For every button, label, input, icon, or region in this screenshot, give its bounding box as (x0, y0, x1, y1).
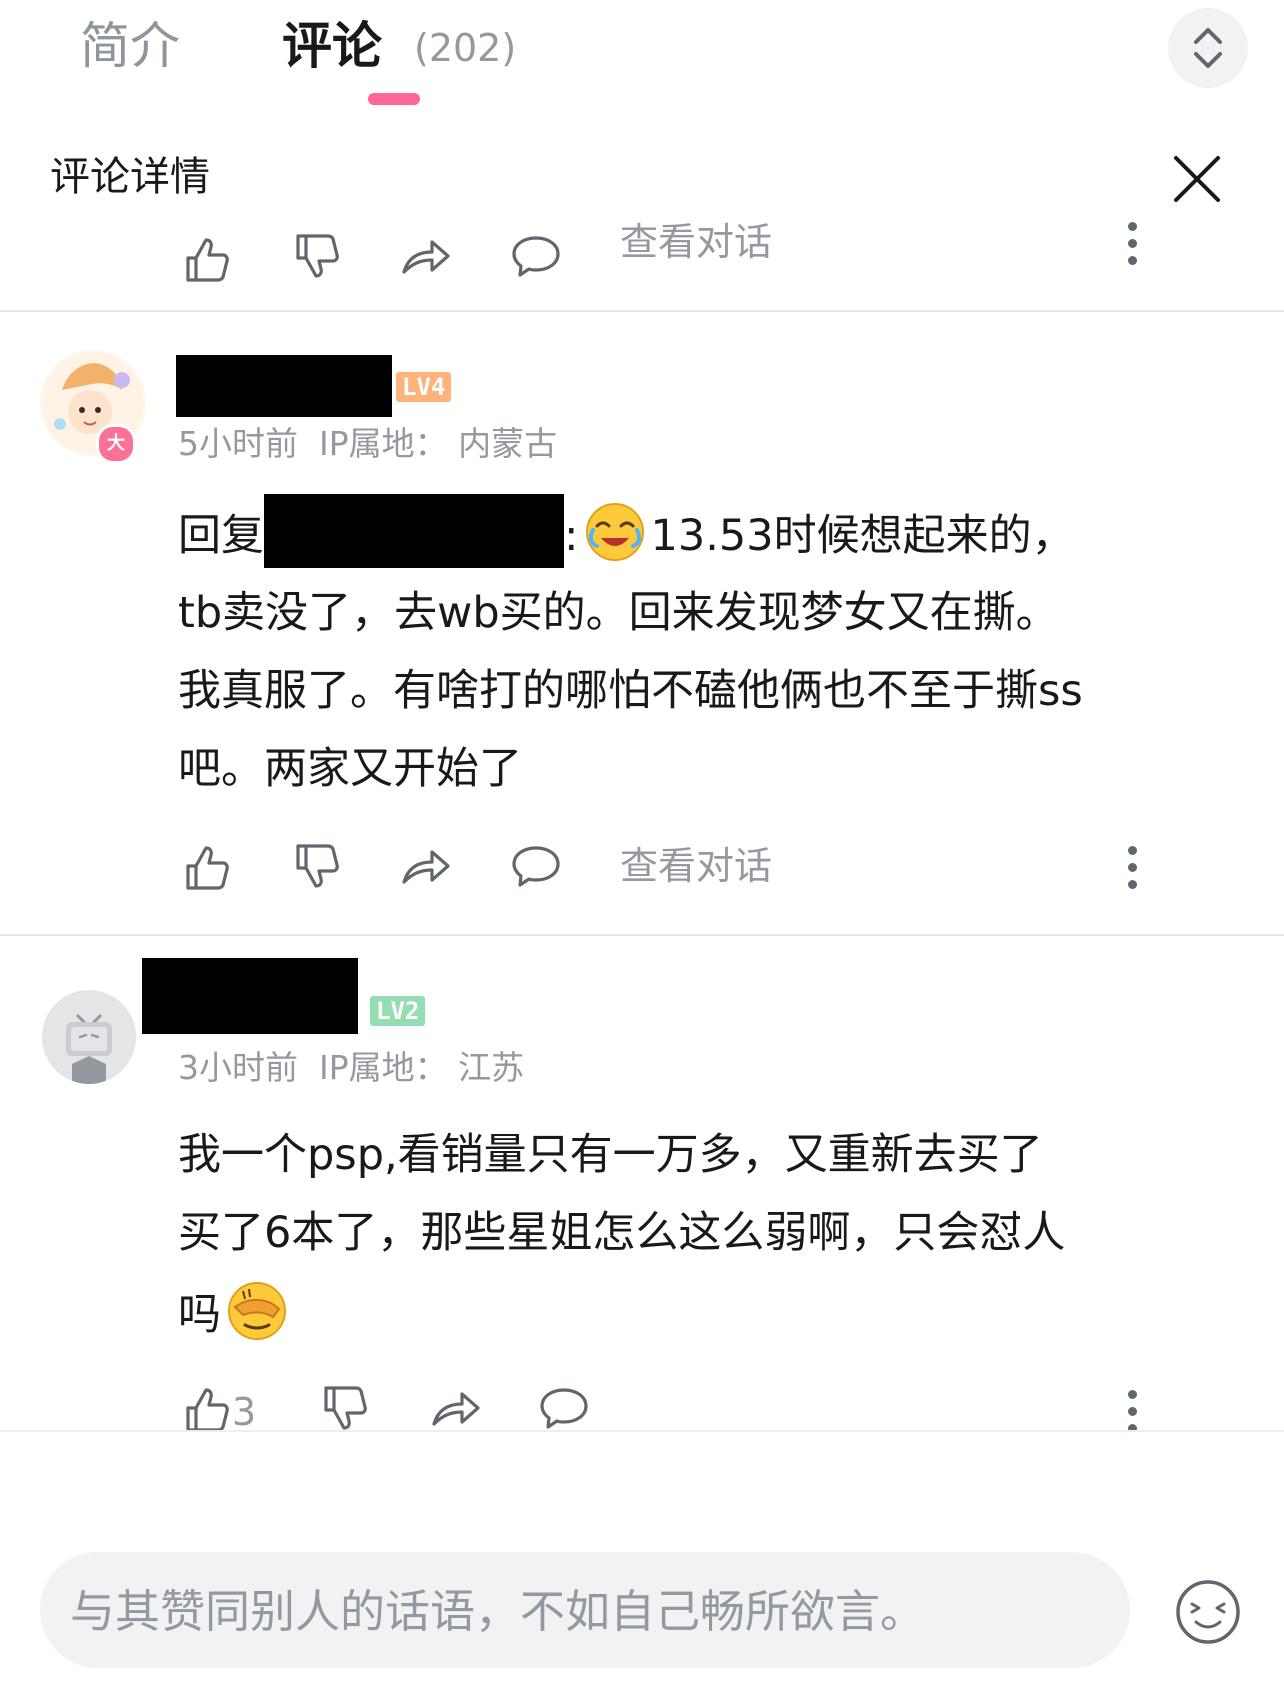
comment-line: tb卖没了，去wb买的。回来发现梦女又在撕。 (178, 588, 1059, 638)
dislike-icon[interactable] (290, 228, 346, 284)
tab-intro[interactable]: 简介 (80, 14, 180, 78)
comment-line: 吗 (178, 1290, 221, 1340)
reply-icon[interactable] (508, 838, 564, 894)
redacted-username (142, 958, 358, 1034)
like-icon[interactable] (180, 232, 236, 288)
reply-icon[interactable] (536, 1380, 592, 1436)
active-tab-indicator (368, 93, 420, 105)
facepalm-emoji-icon (228, 1282, 286, 1340)
divider (0, 310, 1284, 312)
emoji-face-icon (1176, 1580, 1240, 1644)
like-icon[interactable] (180, 840, 236, 896)
more-options-icon[interactable] (1122, 846, 1142, 896)
reply-icon[interactable] (508, 228, 564, 284)
close-icon (1174, 156, 1220, 202)
emoji-button[interactable] (1172, 1576, 1244, 1648)
view-conversation-link[interactable]: 查看对话 (620, 842, 772, 890)
redacted-reply-target (264, 494, 564, 568)
comment-line: 我一个psp,看销量只有一万多，又重新去买了 (178, 1130, 1043, 1180)
comment-time: 3小时前 (178, 1048, 298, 1087)
level-badge: LV4 (396, 372, 452, 402)
share-icon[interactable] (398, 228, 454, 284)
chevron-up-down-icon (1194, 28, 1222, 68)
comment-detail-title: 评论详情 (50, 154, 210, 200)
comment-body: 我一个psp,看销量只有一万多，又重新去买了 买了6本了，那些星姐怎么这么弱啊，… (178, 1114, 1178, 1364)
like-count: 3 (232, 1390, 257, 1434)
avatar[interactable] (42, 990, 136, 1084)
close-button[interactable] (1168, 150, 1226, 208)
comment-line: 13.53时候想起来的， (650, 511, 1075, 561)
comment-line: 买了6本了，那些星姐怎么这么弱啊，只会怼人 (178, 1208, 1066, 1258)
redacted-username (176, 355, 392, 417)
level-badge: LV2 (370, 996, 426, 1026)
divider (0, 934, 1284, 936)
more-options-icon[interactable] (1122, 222, 1142, 272)
ip-location: 江苏 (458, 1048, 525, 1087)
comment-input-placeholder: 与其赞同别人的话语，不如自己畅所欲言。 (70, 1585, 926, 1638)
vip-badge: 大 (96, 424, 136, 464)
share-icon[interactable] (428, 1380, 484, 1436)
view-conversation-link[interactable]: 查看对话 (620, 218, 772, 266)
comment-line: 吧。两家又开始了 (178, 744, 522, 794)
ip-location: 内蒙古 (458, 424, 558, 463)
comment-count: (202) (414, 26, 517, 70)
ip-label: IP属地： (318, 424, 448, 463)
tab-comments[interactable]: 评论 (282, 14, 382, 78)
dislike-icon[interactable] (318, 1380, 374, 1436)
expand-collapse-button[interactable] (1168, 8, 1248, 88)
laughing-crying-emoji-icon (585, 503, 644, 561)
dislike-icon[interactable] (290, 838, 346, 894)
ip-label: IP属地： (318, 1048, 448, 1087)
default-tv-avatar-icon (42, 990, 136, 1084)
comment-time: 5小时前 (178, 424, 298, 463)
comment-line: 我真服了。有啥打的哪怕不磕他俩也不至于撕ss (178, 666, 1083, 716)
reply-colon: : (564, 511, 579, 561)
comment-meta: 3小时前 IP属地： 江苏 (178, 1046, 524, 1090)
comment-meta: 5小时前 IP属地： 内蒙古 (178, 422, 557, 466)
comment-body: 回复: 13.53时候想起来的， tb卖没了，去wb买的。回来发现梦女又在撕。 我… (178, 494, 1178, 824)
share-icon[interactable] (398, 838, 454, 894)
reply-prefix: 回复 (178, 511, 264, 561)
